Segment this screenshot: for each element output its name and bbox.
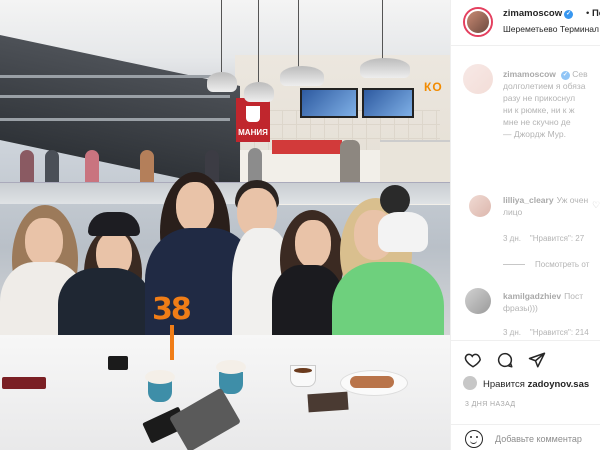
menu-screen (362, 88, 414, 118)
post-actions (451, 340, 600, 370)
comment-meta: 3 дн. "Нравится": 27 (503, 234, 584, 243)
comment-time[interactable]: 3 дн. (503, 328, 521, 337)
cream-topping (145, 370, 175, 384)
brand-sign: КО (424, 80, 443, 94)
add-comment-bar: Добавьте комментар (451, 424, 600, 450)
menu-screen (300, 88, 358, 118)
eclair (350, 376, 394, 388)
post-side-panel: zimamoscow✓ • По Шереметьево Терминал zi… (450, 0, 600, 450)
commenter-avatar[interactable] (465, 288, 491, 314)
pendant-lamp (280, 66, 324, 86)
pendant-lamp (360, 58, 410, 78)
liker-avatar[interactable] (463, 376, 477, 390)
comment-author[interactable]: lilliya_cleary (503, 195, 554, 205)
author-username[interactable]: zimamoscow ✓ (503, 8, 574, 19)
comment-meta: 3 дн. "Нравится": 214 (503, 328, 589, 337)
cafe-sign: МАНИЯ (236, 98, 270, 142)
comment-icon[interactable] (495, 351, 515, 371)
location-link[interactable]: Шереметьево Терминал (503, 24, 599, 34)
comment-likes[interactable]: "Нравится": 214 (530, 328, 589, 337)
liker-username[interactable]: zadoynov.sas (528, 379, 590, 390)
caption-text: zimamoscow ✓ Сев долголетием я обяза разу… (503, 69, 588, 139)
post-photo[interactable]: МАНИЯ КО 38 (0, 0, 450, 450)
counter-display (272, 140, 342, 154)
roof-truss (0, 118, 230, 121)
replies-divider (503, 264, 525, 265)
number-stand (170, 325, 174, 360)
lamp-wire (221, 0, 222, 72)
view-replies-link[interactable]: Посмотреть от (535, 260, 589, 269)
coffee-cup (290, 365, 316, 387)
comment-likes[interactable]: "Нравится": 27 (530, 234, 584, 243)
cream-topping (216, 360, 246, 374)
author-avatar[interactable] (463, 7, 493, 37)
pendant-lamp (244, 82, 274, 102)
commenter-avatar[interactable] (469, 195, 491, 217)
lamp-wire (258, 0, 259, 82)
roof-truss (0, 95, 230, 98)
comment-time[interactable]: 3 дн. (503, 234, 521, 243)
number-38-decoration: 38 (152, 292, 192, 327)
comment-input[interactable]: Добавьте комментар (495, 434, 582, 444)
roof-truss (0, 75, 230, 78)
comment-author[interactable]: kamilgadzhiev (503, 291, 561, 301)
comment-like-icon[interactable]: ♡ (592, 200, 600, 211)
menu-book (307, 391, 349, 413)
comment-item: kamilgadzhiev Пост фразы))) (503, 291, 584, 313)
caption-author-avatar[interactable] (463, 64, 493, 94)
lamp-wire (382, 0, 383, 60)
comment-item: lilliya_cleary Уж очен лицо (503, 195, 589, 217)
caption-author[interactable]: zimamoscow (503, 69, 556, 79)
coffee-machine-shelf (380, 140, 450, 185)
verified-icon: ✓ (564, 10, 574, 19)
phone (2, 377, 46, 389)
heart-icon[interactable] (463, 351, 483, 371)
pendant-lamp (207, 72, 237, 92)
follow-button[interactable]: • По (586, 8, 600, 19)
lamp-wire (298, 0, 299, 68)
post-timestamp[interactable]: 3 ДНЯ НАЗАД (465, 401, 516, 408)
share-icon[interactable] (527, 351, 547, 371)
post-header: zimamoscow✓ • По Шереметьево Терминал (451, 0, 600, 46)
phone (108, 356, 128, 370)
emoji-icon[interactable] (465, 430, 483, 448)
liked-by: Нравится zadoynov.sas (463, 376, 589, 390)
verified-icon: ✓ (560, 71, 570, 80)
